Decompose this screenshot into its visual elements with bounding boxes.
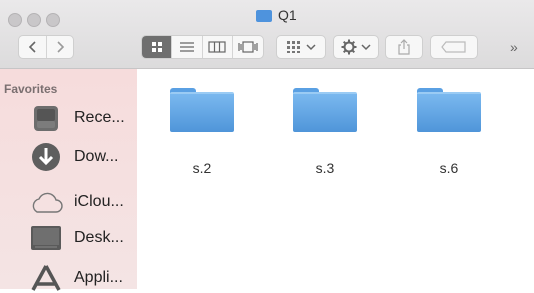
share-button[interactable] bbox=[385, 35, 423, 59]
icon-view-button[interactable] bbox=[142, 36, 173, 58]
column-view-icon bbox=[208, 41, 226, 53]
sidebar-item-downloads[interactable]: Dow... bbox=[28, 142, 118, 172]
sidebar-item-icloud[interactable]: iClou... bbox=[28, 187, 124, 217]
folder-icon bbox=[256, 10, 272, 22]
close-window-button[interactable] bbox=[8, 13, 22, 27]
tag-icon bbox=[441, 41, 466, 53]
sidebar-item-desktop[interactable]: Desk... bbox=[28, 223, 124, 253]
sidebar-item-label: Dow... bbox=[74, 148, 119, 165]
chevron-left-icon bbox=[28, 41, 36, 53]
cover-flow-button[interactable] bbox=[233, 36, 263, 58]
sidebar bbox=[0, 69, 137, 289]
folder-icon bbox=[417, 88, 481, 132]
sidebar-section-favorites: Favorites bbox=[4, 82, 58, 96]
forward-button[interactable] bbox=[47, 36, 73, 58]
action-button[interactable] bbox=[333, 35, 379, 59]
folder-icon bbox=[293, 88, 357, 132]
folder-name: s.6 bbox=[439, 160, 459, 176]
chevron-right-icon bbox=[57, 41, 65, 53]
sidebar-item-label: Rece... bbox=[74, 109, 125, 126]
gear-icon bbox=[341, 39, 357, 55]
back-button[interactable] bbox=[19, 36, 48, 58]
folder-item[interactable]: s.3 bbox=[289, 88, 361, 176]
window-title-text: Q1 bbox=[278, 7, 297, 23]
cover-flow-icon bbox=[238, 41, 258, 53]
list-view-button[interactable] bbox=[172, 36, 203, 58]
chevron-down-icon bbox=[306, 44, 316, 51]
window-title: Q1 bbox=[256, 7, 297, 23]
zoom-window-button[interactable] bbox=[46, 13, 60, 27]
folder-icon bbox=[170, 88, 234, 132]
share-icon bbox=[398, 39, 410, 55]
recents-icon bbox=[28, 103, 64, 133]
folder-name: s.2 bbox=[192, 160, 212, 176]
back-forward-control bbox=[18, 35, 74, 59]
sidebar-item-recents[interactable]: Rece... bbox=[28, 103, 125, 133]
minimize-window-button[interactable] bbox=[27, 13, 41, 27]
chevron-down-icon bbox=[361, 44, 371, 51]
sidebar-item-label: Appli... bbox=[74, 269, 123, 286]
folder-item[interactable]: s.6 bbox=[413, 88, 485, 176]
icloud-icon bbox=[28, 187, 64, 217]
view-mode-control bbox=[141, 35, 264, 59]
downloads-icon bbox=[28, 142, 64, 172]
sidebar-item-label: Desk... bbox=[74, 229, 124, 246]
window-toolbar: Q1 » bbox=[0, 0, 534, 69]
folder-name: s.3 bbox=[315, 160, 335, 176]
list-view-icon bbox=[179, 42, 194, 52]
folder-item[interactable]: s.2 bbox=[166, 88, 238, 176]
desktop-icon bbox=[28, 223, 64, 253]
column-view-button[interactable] bbox=[203, 36, 233, 58]
sidebar-item-label: iClou... bbox=[74, 193, 124, 210]
arrange-button[interactable] bbox=[276, 35, 326, 59]
tags-button[interactable] bbox=[430, 35, 478, 59]
arrange-grid-icon bbox=[287, 41, 300, 53]
icon-view-icon bbox=[151, 42, 162, 52]
toolbar-overflow-button[interactable]: » bbox=[510, 39, 518, 55]
